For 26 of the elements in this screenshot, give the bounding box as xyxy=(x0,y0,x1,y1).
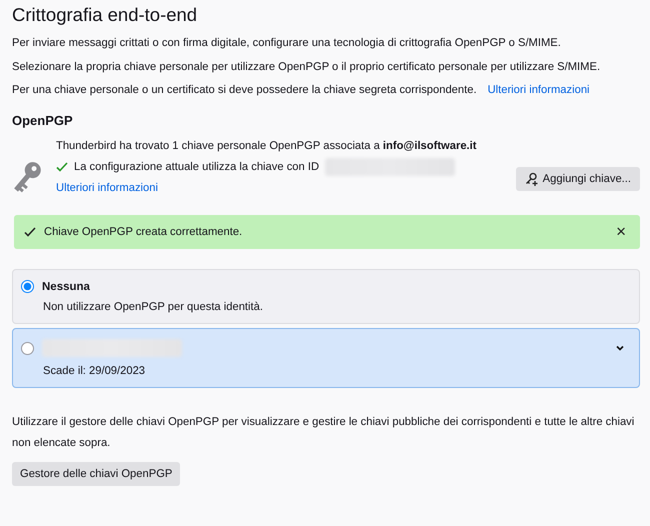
check-icon xyxy=(24,226,36,238)
description-text: Utilizzare il gestore delle chiavi OpenPGP per visualizzare e gestire le chiavi pubbliche dei corrispondenti e tutte le altre chiavi non elencate sopra. xyxy=(12,415,636,451)
description-text: Selezionare la propria chiave personale per utilizzare OpenPGP o il proprio certificato personale per utilizzare S/MIME. xyxy=(12,60,602,75)
found-key-text: Thunderbird ha trovato 1 chiave personale OpenPGP associata a info@ilsoftware.it xyxy=(56,140,478,152)
key-option-card[interactable]: Nessuna Non utilizzare OpenPGP per questa identità. xyxy=(12,269,640,324)
option-description: Non utilizzare OpenPGP per questa identità. xyxy=(42,301,264,313)
notice-text: Chiave OpenPGP creata correttamente. xyxy=(44,226,244,238)
option-description: Scade il: 29/09/2023 xyxy=(42,365,146,377)
close-button[interactable]: × xyxy=(612,222,630,242)
description-text: Per una chiave personale o un certificato si deve possedere la chiave segreta corrispondente. xyxy=(12,84,477,96)
more-info-link[interactable]: Ulteriori informazioni xyxy=(488,84,590,96)
description-text: Per inviare messaggi crittati o con firma digitale, configurare una tecnologia di crittografia OpenPGP o S/MIME. xyxy=(12,36,562,51)
more-info-link[interactable]: Ulteriori informazioni xyxy=(56,182,516,194)
radio-button[interactable] xyxy=(21,342,34,354)
chevron-icon[interactable] xyxy=(615,344,625,352)
radio-button[interactable] xyxy=(21,280,34,293)
check-icon xyxy=(56,161,68,173)
section-title: Crittografia end-to-end xyxy=(12,3,198,27)
key-icon xyxy=(12,159,42,195)
current-key-text: La configurazione attuale utilizza la chiave con ID xyxy=(74,161,320,173)
key-manager-button[interactable]: Gestore delle chiavi OpenPGP xyxy=(12,462,180,486)
option-title: Nessuna xyxy=(42,280,90,292)
key-option-card[interactable]: Scade il: 29/09/2023 xyxy=(12,328,640,388)
openpgp-title: OpenPGP xyxy=(12,113,74,128)
key-add-icon xyxy=(524,172,539,186)
add-key-button[interactable]: Aggiungi chiave... xyxy=(516,167,640,191)
